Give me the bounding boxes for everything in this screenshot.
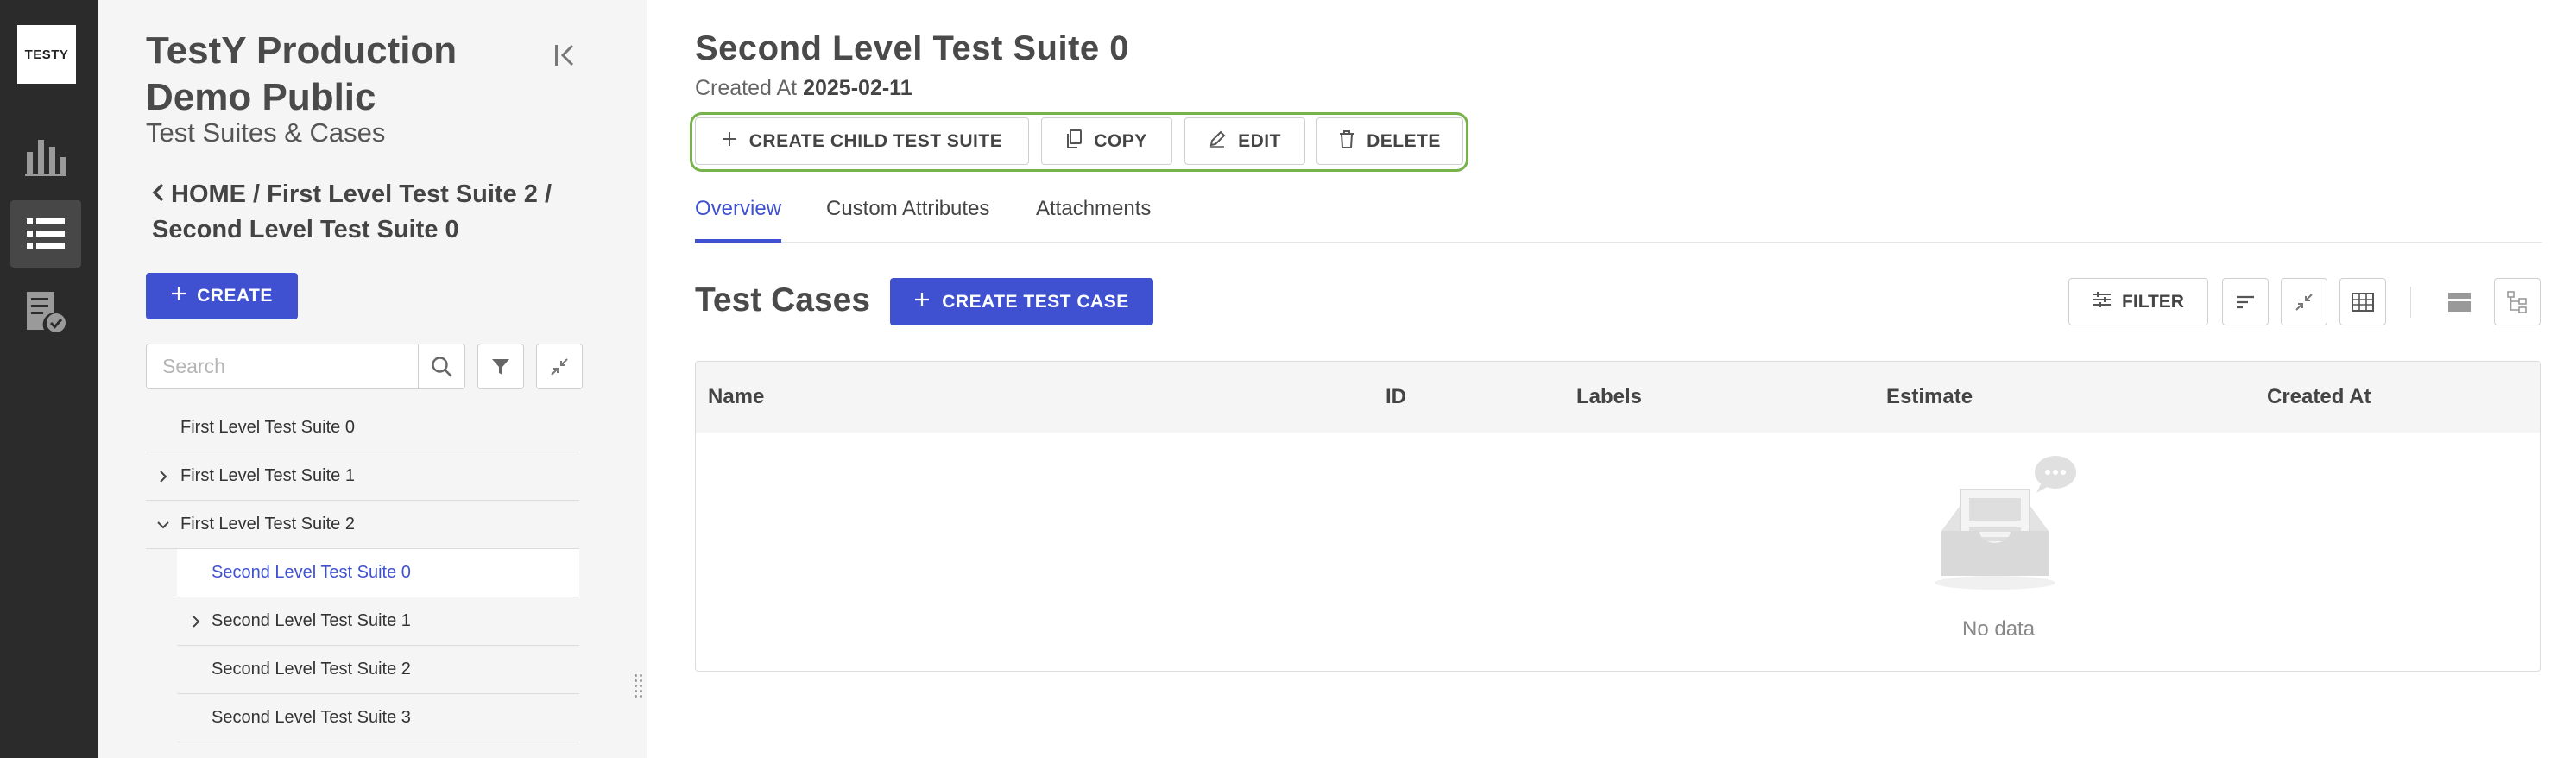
tree-item-selected[interactable]: Second Level Test Suite 0 [177, 549, 579, 597]
tree-view-icon [2507, 290, 2527, 313]
column-header-name[interactable]: Name [708, 362, 764, 433]
sliders-icon [2093, 291, 2112, 313]
breadcrumb[interactable]: HOME / First Level Test Suite 2 / Second… [152, 177, 601, 248]
project-title: TestY Production Demo Public [146, 29, 458, 118]
tree-item[interactable]: Second Level Test Suite 3 [177, 694, 579, 742]
column-header-estimate[interactable]: Estimate [1886, 362, 1973, 433]
search-button[interactable] [418, 344, 464, 388]
tree-item-label: First Level Test Suite 1 [180, 466, 355, 485]
pencil-icon [1209, 130, 1226, 153]
filter-label: FILTER [2122, 291, 2184, 312]
tree-item[interactable]: First Level Test Suite 1 [146, 452, 579, 501]
toolbar-divider [2410, 287, 2411, 318]
chevron-left-icon [152, 177, 164, 212]
column-header-id[interactable]: ID [1386, 362, 1406, 433]
table-icon [2352, 292, 2374, 312]
plus-icon [171, 286, 186, 306]
app-root: TESTY TestY Production Demo Public Test … [0, 0, 2576, 758]
tree-item-label: Second Level Test Suite 3 [212, 708, 411, 727]
tree-item-label: Second Level Test Suite 0 [212, 563, 411, 582]
chevron-right-icon[interactable] [155, 468, 172, 485]
empty-state-text: No data [1962, 617, 2036, 641]
tree-item[interactable]: First Level Test Suite 2 [146, 501, 579, 549]
table-header: Name ID Labels Estimate Created At [696, 362, 2540, 433]
tree-item[interactable]: Second Level Test Suite 2 [177, 646, 579, 694]
tab-bar: Overview Custom Attributes Attachments [695, 195, 2542, 243]
edit-label: EDIT [1238, 130, 1281, 151]
collapse-arrows-icon [551, 357, 568, 376]
filter-tree-button[interactable] [477, 344, 524, 389]
sort-icon [2237, 295, 2254, 308]
list-view-icon [2448, 292, 2471, 312]
search-icon [431, 356, 452, 377]
resize-handle[interactable] [633, 665, 643, 706]
create-button-label: CREATE [197, 286, 273, 306]
collapse-rows-button[interactable] [2281, 278, 2327, 325]
empty-state: No data [696, 433, 2540, 671]
tab-overview[interactable]: Overview [695, 195, 781, 243]
search-box [146, 344, 465, 389]
tree-item-label: First Level Test Suite 2 [180, 515, 355, 534]
collapse-tree-button[interactable] [536, 344, 583, 389]
copy-icon [1066, 129, 1083, 154]
trash-icon [1339, 129, 1354, 154]
chevron-right-icon[interactable] [187, 613, 205, 630]
tree-item-label: First Level Test Suite 0 [180, 418, 355, 437]
rail-dashboard[interactable] [10, 123, 81, 190]
test-cases-table: Name ID Labels Estimate Created At No da… [695, 361, 2541, 672]
funnel-icon [492, 358, 509, 375]
edit-button[interactable]: EDIT [1184, 117, 1305, 165]
bar-chart-icon [25, 140, 66, 176]
copy-label: COPY [1094, 130, 1147, 151]
search-input[interactable] [147, 344, 418, 388]
tree-view-button[interactable] [2494, 278, 2541, 325]
rail-test-plans[interactable] [10, 278, 81, 345]
create-test-case-button[interactable]: CREATE TEST CASE [890, 278, 1153, 325]
column-header-labels[interactable]: Labels [1576, 362, 1642, 433]
tree-item[interactable]: First Level Test Suite 0 [146, 404, 579, 452]
delete-label: DELETE [1367, 130, 1441, 151]
created-at-label: Created At [695, 76, 798, 100]
section-subtitle: Test Suites & Cases [146, 117, 386, 148]
collapse-sidebar-button[interactable] [547, 38, 582, 73]
create-child-suite-button[interactable]: CREATE CHILD TEST SUITE [695, 117, 1029, 165]
tree-item-label: Second Level Test Suite 2 [212, 660, 411, 679]
chevron-down-icon[interactable] [155, 516, 172, 534]
filter-button[interactable]: FILTER [2068, 278, 2208, 325]
table-settings-button[interactable] [2339, 278, 2386, 325]
sidebar: TestY Production Demo Public Test Suites… [98, 0, 647, 758]
copy-button[interactable]: COPY [1041, 117, 1172, 165]
column-header-created-at[interactable]: Created At [2267, 362, 2371, 433]
breadcrumb-path[interactable]: HOME / First Level Test Suite 2 / Second… [152, 180, 552, 243]
list-view-button[interactable] [2436, 278, 2483, 325]
main-content: Second Level Test Suite 0 Created At 202… [690, 0, 2542, 758]
tree-item[interactable]: Second Level Test Suite 1 [177, 597, 579, 646]
rail-test-suites[interactable] [10, 200, 81, 268]
app-logo[interactable]: TESTY [17, 25, 76, 84]
plus-icon [722, 131, 737, 152]
list-icon [27, 218, 65, 249]
test-plan-icon [27, 292, 66, 332]
test-cases-heading: Test Cases [695, 281, 871, 319]
create-child-suite-label: CREATE CHILD TEST SUITE [748, 130, 1003, 151]
suite-tree: First Level Test Suite 0 First Level Tes… [146, 404, 579, 742]
create-test-case-label: CREATE TEST CASE [942, 291, 1129, 312]
collapse-arrows-icon [2295, 293, 2313, 311]
sort-button[interactable] [2222, 278, 2269, 325]
delete-button[interactable]: DELETE [1316, 117, 1463, 165]
tree-item-label: Second Level Test Suite 1 [212, 611, 411, 630]
tab-custom-attributes[interactable]: Custom Attributes [826, 195, 989, 243]
create-button[interactable]: CREATE [146, 273, 298, 319]
created-at: Created At 2025-02-11 [695, 76, 912, 101]
empty-inbox-icon [1935, 456, 2076, 590]
tab-attachments[interactable]: Attachments [1036, 195, 1151, 243]
collapse-left-icon [555, 44, 574, 66]
page-title: Second Level Test Suite 0 [695, 29, 1130, 67]
created-at-date: 2025-02-11 [803, 76, 912, 100]
left-rail: TESTY [0, 0, 98, 758]
plus-icon [914, 292, 930, 313]
